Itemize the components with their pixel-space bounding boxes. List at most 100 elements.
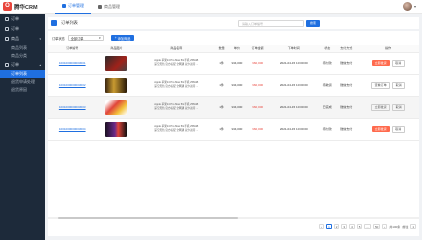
page-button[interactable]: 3 xyxy=(341,224,348,229)
page-button[interactable]: 50 xyxy=(372,224,381,229)
product-name: Apple 苹果14 Pro Max 5G手机 256GB 深空黑色 官方标配 … xyxy=(154,81,199,88)
product-name-cell: Apple 苹果14 Pro Max 5G手机 256GB 深空黑色 官方标配 … xyxy=(136,52,217,75)
filter-bar: 订单状态 全部订单 ▾ + 添加商品 xyxy=(52,35,135,41)
product-image[interactable] xyxy=(105,121,128,137)
column-header[interactable]: 操作 xyxy=(357,45,419,53)
sidebar-item-return-reason[interactable]: 退货原因 xyxy=(0,86,45,94)
chevron-down-icon: ▾ xyxy=(39,37,41,41)
payment-method: 微信支付 xyxy=(335,118,358,141)
cancel-button[interactable]: 取消 xyxy=(392,103,406,111)
sidebar: 订单 订单 商品 ▾ 商品列表 商品分类 订单 ▴ 订单列表 退货申请处理 退货原因 xyxy=(0,14,45,240)
status-select[interactable]: 全部订单 ▾ xyxy=(67,35,104,41)
column-header[interactable]: 商品图片 xyxy=(96,45,137,53)
page-button[interactable]: 1 xyxy=(326,224,332,229)
sidebar-item-order[interactable]: 订单 xyxy=(0,14,45,24)
sidebar-item-product-list[interactable]: 商品列表 xyxy=(0,44,45,52)
payment-method: 微信支付 xyxy=(335,52,358,75)
sidebar-item-label: 商品 xyxy=(11,36,19,41)
horizontal-scrollbar[interactable] xyxy=(48,217,419,219)
goto-page-input[interactable]: 1 xyxy=(410,224,416,229)
sidebar-item-order-2[interactable]: 订单 xyxy=(0,24,45,34)
sidebar-item-return-handling[interactable]: 退货申请处理 xyxy=(0,78,45,86)
tab-product-management[interactable]: 商品管理 xyxy=(91,0,127,14)
sidebar-item-order-group[interactable]: 订单 ▴ xyxy=(0,60,45,70)
unit-price: ¥34,000 xyxy=(227,52,247,75)
product-name-cell: Apple 苹果14 Pro Max 5G手机 256GB 深空黑色 官方标配 … xyxy=(136,96,217,119)
order-id-link[interactable]: 1001000000003001 xyxy=(48,52,97,75)
column-header[interactable]: 下单时间 xyxy=(268,45,320,53)
content-panel: 订单状态 全部订单 ▾ + 添加商品 订单编号 商品图片 商品名称 数量 单价 订单… xyxy=(48,31,419,236)
order-amount: ¥60,000 xyxy=(246,118,269,141)
product-name: Apple 苹果14 Pro Max 5G手机 256GB 深空黑色 官方标配 … xyxy=(154,125,199,132)
column-header[interactable]: 单价 xyxy=(227,45,247,53)
scrollbar-thumb[interactable] xyxy=(58,217,238,219)
quantity: 1件 xyxy=(216,96,228,119)
plus-icon: + xyxy=(114,36,117,40)
page-button[interactable]: 5 xyxy=(356,224,363,229)
product-image-cell xyxy=(96,118,137,141)
add-product-label: 添加商品 xyxy=(117,36,131,41)
page-button[interactable]: 4 xyxy=(349,224,355,229)
add-product-button[interactable]: + 添加商品 xyxy=(110,35,135,41)
table-row[interactable]: 1001000000003003 Apple 苹果14 Pro Max 5G手机… xyxy=(48,96,419,119)
order-time: 2021-04-15 10:00:00 xyxy=(268,96,320,119)
page-button[interactable]: 2 xyxy=(333,224,340,229)
product-image-cell xyxy=(96,96,137,119)
chevron-down-icon: ▾ xyxy=(99,36,101,40)
product-name-cell: Apple 苹果14 Pro Max 5G手机 256GB 深空黑色 官方标配 … xyxy=(136,74,217,97)
column-header[interactable]: 商品名称 xyxy=(136,45,217,53)
order-status: 待收货 xyxy=(319,74,336,97)
product-image-cell xyxy=(96,74,137,97)
column-header[interactable]: 支付方式 xyxy=(335,45,358,53)
order-id-link[interactable]: 1001000000003004 xyxy=(48,118,97,141)
product-image[interactable] xyxy=(105,99,128,115)
cancel-button[interactable]: 取消 xyxy=(391,59,405,67)
sidebar-item-product[interactable]: 商品 ▾ xyxy=(0,34,45,44)
avatar[interactable] xyxy=(402,2,412,11)
order-amount: ¥60,000 xyxy=(246,74,269,97)
brand-logo[interactable]: O 腾华CRM xyxy=(0,2,45,11)
brand-name: 腾华CRM xyxy=(14,4,38,11)
column-header[interactable]: 订单金额 xyxy=(246,45,269,53)
table-row[interactable]: 1001000000003004 Apple 苹果14 Pro Max 5G手机… xyxy=(48,118,419,141)
column-header[interactable]: 状态 xyxy=(319,45,336,53)
ship-button[interactable]: 立即发货 xyxy=(371,103,391,111)
ship-button[interactable]: 立即发货 xyxy=(371,60,390,66)
ship-button[interactable]: 立即发货 xyxy=(371,126,390,132)
column-header[interactable]: 订单编号 xyxy=(48,45,97,53)
view-order-button[interactable]: 查看订单 xyxy=(371,81,391,89)
table-header-row: 订单编号 商品图片 商品名称 数量 单价 订单金额 下单时间 状态 支付方式 操… xyxy=(48,45,419,53)
unit-price: ¥34,000 xyxy=(227,118,247,141)
tab-order-management[interactable]: 订单管理 xyxy=(55,0,91,14)
product-name: Apple 苹果14 Pro Max 5G手机 256GB 深空黑色 官方标配 … xyxy=(154,103,199,110)
goto-label: 前往 xyxy=(402,224,409,229)
order-time: 2021-04-15 10:00:00 xyxy=(268,74,320,97)
quantity: 1件 xyxy=(216,74,228,97)
prev-page-button[interactable]: ‹ xyxy=(319,224,325,229)
next-page-button[interactable]: › xyxy=(382,224,388,229)
search-button[interactable]: 搜索 xyxy=(306,19,320,27)
cancel-button[interactable]: 取消 xyxy=(392,81,406,89)
user-menu[interactable]: ▾ xyxy=(402,2,416,11)
sidebar-item-product-category[interactable]: 商品分类 xyxy=(0,52,45,60)
order-id-link[interactable]: 1001000000003002 xyxy=(48,74,97,97)
search-input[interactable]: 请输入订单编号 xyxy=(238,19,304,27)
unit-price: ¥34,000 xyxy=(227,74,247,97)
product-image[interactable] xyxy=(105,55,128,71)
order-id-link[interactable]: 1001000000003003 xyxy=(48,96,97,119)
order-amount: ¥60,000 xyxy=(246,96,269,119)
order-icon xyxy=(5,63,9,67)
payment-method: 微信支付 xyxy=(335,74,358,97)
column-header[interactable]: 数量 xyxy=(216,45,228,53)
total-count: 共100条 xyxy=(389,224,401,229)
actions-cell: 立即发货 取消 xyxy=(357,96,419,119)
status-select-value: 全部订单 xyxy=(70,36,84,41)
product-image[interactable] xyxy=(105,77,128,93)
order-icon xyxy=(5,17,9,21)
table-row[interactable]: 1001000000003002 Apple 苹果14 Pro Max 5G手机… xyxy=(48,74,419,97)
pagination: ‹ 1 2 3 4 5 ... 50 › 共100条 前往 1 xyxy=(319,224,416,229)
order-status: 待付款 xyxy=(319,118,336,141)
sidebar-item-order-list[interactable]: 订单列表 xyxy=(0,70,45,78)
cancel-button[interactable]: 取消 xyxy=(391,125,405,133)
table-row[interactable]: 1001000000003001 Apple 苹果14 Pro Max 5G手机… xyxy=(48,52,419,75)
